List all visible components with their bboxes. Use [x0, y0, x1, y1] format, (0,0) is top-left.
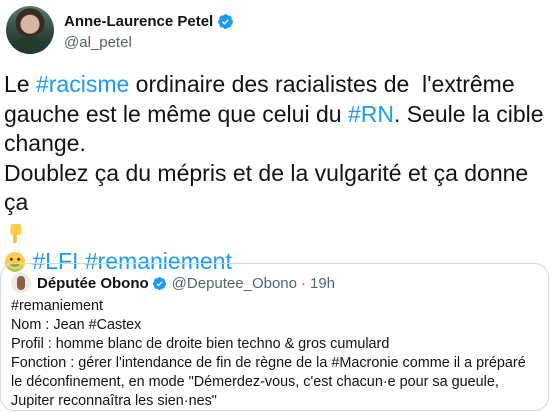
- author-name-row[interactable]: Anne-Laurence Petel: [64, 13, 234, 30]
- tweet-header: Anne-Laurence Petel @al_petel: [6, 6, 554, 58]
- quoted-tweet-line: Fonction : gérer l'intendance de fin de …: [11, 355, 526, 371]
- tweet-body: Le #racisme ordinaire des racialistes de…: [4, 70, 556, 277]
- author-handle[interactable]: @al_petel: [64, 34, 132, 51]
- tweet-text-segment: gauche est le même que celui du: [4, 100, 348, 127]
- author-display-name[interactable]: Anne-Laurence Petel: [64, 13, 213, 30]
- quoted-tweet-line: Nom : Jean #Castex: [11, 317, 142, 333]
- quoted-author-avatar: [11, 273, 31, 293]
- quoted-tweet-line: Jupiter reconnaîtra les sien·nes": [11, 393, 217, 409]
- hashtag-racisme[interactable]: #racisme: [36, 71, 129, 97]
- author-avatar[interactable]: [6, 6, 54, 54]
- quoted-tweet-time: 19h: [310, 274, 336, 292]
- quoted-tweet-line: #remaniement: [11, 298, 103, 314]
- tweet-text-segment: Doublez ça du mépris et de la vulgarité …: [4, 159, 535, 216]
- quoted-tweet-body: #remaniement Nom : Jean #Castex Profil :…: [11, 297, 543, 411]
- avatar-figure: [15, 36, 45, 54]
- verified-badge-icon: [218, 14, 234, 29]
- quoted-tweet-line: le déconfinement, en mode "Démerdez-vous…: [11, 374, 499, 390]
- tweet-text-segment: Le: [4, 71, 36, 97]
- quoted-author-name: Députée Obono: [37, 274, 149, 292]
- quoted-tweet-line: Profil : homme blanc de droite bien tech…: [11, 336, 390, 352]
- quoted-tweet-card[interactable]: Députée Obono @Deputee_Obono · 19h #rema…: [0, 263, 549, 411]
- tweet-text-segment: change.: [4, 130, 86, 156]
- tweet-text-segment: . Seule la cible: [393, 100, 544, 127]
- verified-badge-icon: [152, 276, 166, 290]
- hashtag-rn[interactable]: #RN: [348, 101, 394, 127]
- pointing-down-emoji-icon: [10, 223, 22, 243]
- tweet-text-segment: ordinaire des racialistes de l'extrême: [129, 71, 515, 97]
- separator-dot: ·: [301, 274, 306, 292]
- quoted-author-handle: @Deputee_Obono: [171, 274, 297, 292]
- quoted-tweet-header: Députée Obono @Deputee_Obono · 19h: [11, 273, 335, 293]
